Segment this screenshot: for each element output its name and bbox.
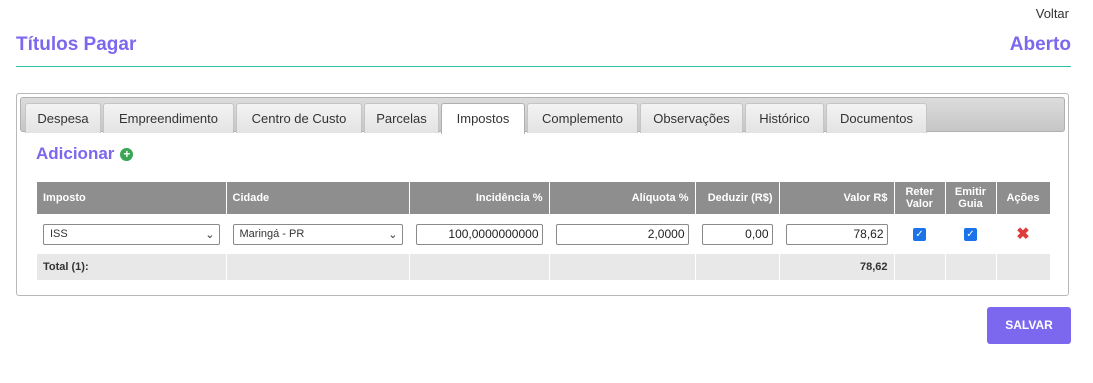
chevron-down-icon: ⌄ (388, 228, 398, 241)
tab-impostos[interactable]: Impostos (441, 103, 525, 134)
col-imposto: Imposto (37, 182, 227, 214)
status-label: Aberto (1009, 34, 1071, 55)
col-emitir-guia: Emitir Guia (945, 182, 997, 214)
emitir-guia-checkbox[interactable]: ✓ (964, 227, 977, 241)
add-section: Adicionar + (36, 144, 134, 164)
col-aliquota: Alíquota % (549, 182, 696, 214)
page-title: Títulos Pagar (16, 34, 137, 55)
aliquota-input[interactable]: 2,0000 (555, 223, 689, 245)
tab-observacoes[interactable]: Observações (640, 103, 743, 133)
total-row: Total (1): 78,62 (37, 254, 1051, 280)
total-valor: 78,62 (779, 254, 895, 280)
col-deduzir: Deduzir (R$) (695, 182, 780, 214)
deduzir-input[interactable]: 0,00 (701, 223, 773, 245)
back-link[interactable]: Voltar (1036, 6, 1069, 21)
cidade-select[interactable]: Maringá - PR ⌄ (232, 223, 403, 245)
chevron-down-icon: ⌄ (205, 228, 215, 241)
table-row: ISS ⌄ Maringá - PR ⌄ 100,0000000000 2,0000… (37, 214, 1051, 254)
col-acoes: Ações (996, 182, 1051, 214)
tab-complemento[interactable]: Complemento (527, 103, 638, 133)
tab-documentos[interactable]: Documentos (826, 103, 927, 133)
table-header-row: Imposto Cidade Incidência % Alíquota % D… (37, 182, 1051, 214)
imposto-select[interactable]: ISS ⌄ (43, 223, 220, 245)
impostos-table: Imposto Cidade Incidência % Alíquota % D… (37, 182, 1051, 280)
tab-parcelas[interactable]: Parcelas (364, 103, 439, 133)
tab-despesa[interactable]: Despesa (25, 103, 101, 133)
tab-centro-de-custo[interactable]: Centro de Custo (236, 103, 362, 133)
tab-historico[interactable]: Histórico (745, 103, 824, 133)
save-button[interactable]: SALVAR (987, 307, 1071, 344)
tab-bar: Despesa Empreendimento Centro de Custo P… (20, 97, 1065, 134)
header-divider (16, 66, 1071, 67)
valor-input[interactable]: 78,62 (785, 223, 888, 245)
incidencia-input[interactable]: 100,0000000000 (415, 223, 543, 245)
delete-icon[interactable]: ✖ (1003, 224, 1044, 244)
add-label[interactable]: Adicionar (36, 144, 114, 164)
col-cidade: Cidade (226, 182, 410, 214)
col-incidencia: Incidência % (409, 182, 550, 214)
reter-valor-checkbox[interactable]: ✓ (913, 227, 926, 241)
col-reter-valor: Reter Valor (894, 182, 946, 214)
col-valor: Valor R$ (779, 182, 895, 214)
tab-panel: Despesa Empreendimento Centro de Custo P… (16, 93, 1069, 296)
total-label: Total (1): (37, 254, 227, 280)
plus-circle-icon[interactable]: + (120, 147, 134, 161)
tab-empreendimento[interactable]: Empreendimento (103, 103, 234, 133)
